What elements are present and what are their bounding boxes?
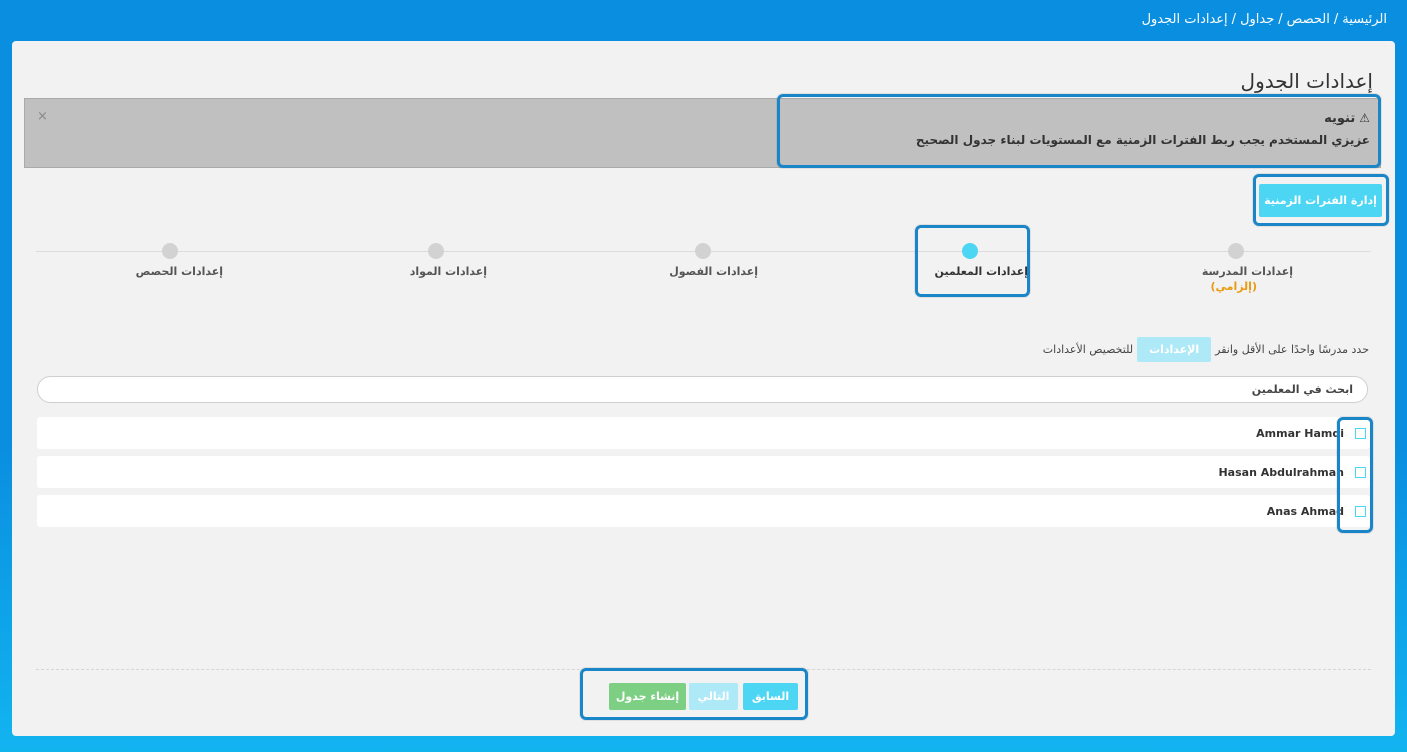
step-label-classes[interactable]: إعدادات الفصول (669, 265, 758, 278)
teacher-row[interactable]: Ammar Hamdi (37, 417, 1370, 449)
checkbox-highlight-frame (1337, 417, 1373, 533)
breadcrumb-separator: / (1278, 12, 1283, 27)
teacher-row[interactable]: Hasan Abdulrahman (37, 456, 1370, 488)
alert-highlight-frame (777, 94, 1381, 168)
hint-after: للتخصيص الأعدادات (1042, 343, 1134, 356)
breadcrumb-tables[interactable]: جداول (1240, 12, 1274, 27)
footer-buttons-highlight-frame (580, 668, 808, 720)
step-required-note: (إلزامي) (1210, 280, 1257, 293)
breadcrumb-periods[interactable]: الحصص (1287, 12, 1330, 27)
step-dot-school[interactable] (1228, 243, 1244, 259)
step-dot-classes[interactable] (695, 243, 711, 259)
step-dot-periods[interactable] (162, 243, 178, 259)
teacher-row[interactable]: Anas Ahmad (37, 495, 1370, 527)
settings-chip-button[interactable]: الإعدادات (1137, 337, 1212, 362)
teacher-name: Anas Ahmad (1266, 505, 1344, 518)
teacher-search-input[interactable] (37, 376, 1368, 403)
teacher-name: Ammar Hamdi (1256, 427, 1344, 440)
breadcrumb-home[interactable]: الرئيسية (1342, 12, 1387, 27)
manage-periods-highlight-frame (1253, 174, 1389, 226)
step-label-school[interactable]: إعدادات المدرسة (1202, 265, 1293, 278)
hint-before: حدد مدرسًا واحدًا على الأقل وانقر (1215, 343, 1369, 356)
teachers-hint: حدد مدرسًا واحدًا على الأقل وانقر الإعدا… (1043, 337, 1369, 362)
active-step-highlight-frame (915, 225, 1030, 297)
step-label-periods[interactable]: إعدادات الحصص (136, 265, 223, 278)
page-title: إعدادات الجدول (1240, 69, 1373, 93)
teacher-name: Hasan Abdulrahman (1218, 466, 1344, 479)
breadcrumb-current: إعدادات الجدول (1141, 12, 1228, 27)
breadcrumb-separator: / (1333, 12, 1339, 27)
step-label-subjects[interactable]: إعدادات المواد (410, 265, 487, 278)
step-dot-subjects[interactable] (428, 243, 444, 259)
main-card: إعدادات الجدول × ⚠تنويه عزيزي المستخدم ي… (12, 41, 1395, 736)
breadcrumb-separator: / (1231, 12, 1237, 27)
close-icon[interactable]: × (37, 109, 48, 124)
top-bar: الرئيسية/الحصص/جداول/إعدادات الجدول (0, 0, 1407, 40)
breadcrumb: الرئيسية/الحصص/جداول/إعدادات الجدول (1142, 12, 1387, 27)
